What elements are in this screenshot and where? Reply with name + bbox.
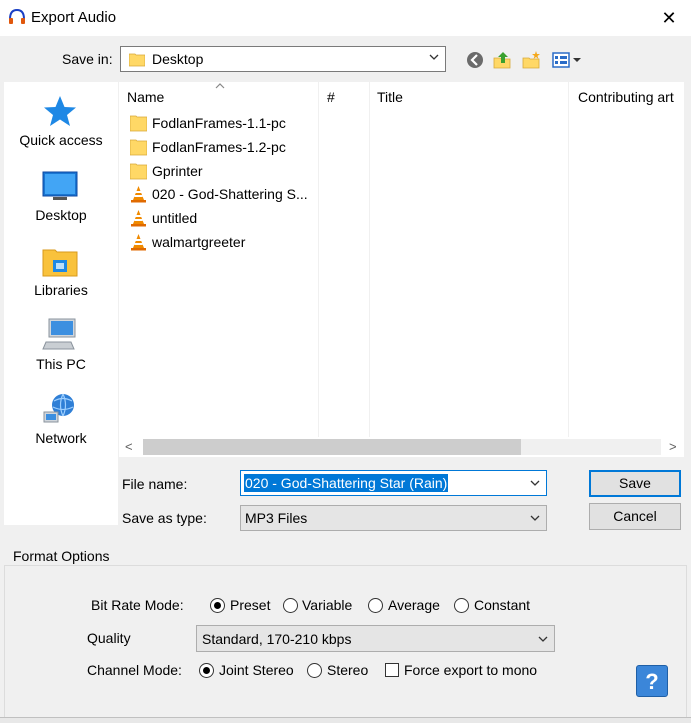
- chevron-down-icon: [538, 636, 548, 642]
- save-button[interactable]: Save: [589, 470, 681, 497]
- place-label: Desktop: [35, 207, 87, 223]
- cancel-button[interactable]: Cancel: [589, 503, 681, 530]
- save-in-value: Desktop: [152, 51, 204, 67]
- scroll-right-icon[interactable]: >: [669, 439, 677, 454]
- window-title: Export Audio: [31, 9, 117, 26]
- radio-average-label[interactable]: Average: [388, 597, 440, 613]
- save-as-type-select[interactable]: MP3 Files: [240, 505, 547, 531]
- radio-variable[interactable]: [283, 598, 298, 613]
- radio-average[interactable]: [368, 598, 383, 613]
- list-item[interactable]: walmartgreeter: [130, 232, 330, 254]
- place-label: Network: [35, 430, 87, 446]
- vlc-cone-icon: [131, 234, 146, 251]
- folder-icon: [130, 163, 147, 180]
- scroll-left-icon[interactable]: <: [125, 439, 133, 454]
- bit-rate-mode-label: Bit Rate Mode:: [91, 597, 184, 613]
- force-mono-label[interactable]: Force export to mono: [404, 662, 537, 678]
- format-options-title: Format Options: [13, 548, 110, 564]
- libraries-icon: [42, 249, 78, 277]
- save-in-combo[interactable]: Desktop: [120, 46, 446, 72]
- chevron-down-icon[interactable]: [530, 478, 540, 488]
- sort-up-icon: [215, 83, 225, 89]
- file-name: FodlanFrames-1.2-pc: [152, 139, 286, 155]
- radio-constant[interactable]: [454, 598, 469, 613]
- list-item[interactable]: FodlanFrames-1.2-pc: [130, 137, 330, 159]
- file-name: walmartgreeter: [152, 234, 246, 250]
- chevron-down-icon: [530, 515, 540, 521]
- column-separator: [568, 82, 569, 437]
- quality-label: Quality: [87, 630, 131, 646]
- radio-joint-stereo[interactable]: [199, 663, 214, 678]
- save-in-label: Save in:: [62, 51, 113, 67]
- place-libraries[interactable]: Libraries: [4, 244, 118, 304]
- chevron-down-icon: [429, 54, 439, 60]
- scroll-thumb[interactable]: [143, 439, 521, 455]
- list-item[interactable]: Gprinter: [130, 161, 330, 183]
- radio-stereo-label[interactable]: Stereo: [327, 662, 368, 678]
- help-button[interactable]: ?: [636, 665, 668, 697]
- place-desktop[interactable]: Desktop: [4, 170, 118, 230]
- new-folder-icon[interactable]: [521, 50, 541, 70]
- file-name: 020 - God-Shattering S...: [152, 186, 308, 202]
- view-menu-icon[interactable]: [551, 50, 583, 70]
- computer-icon: [42, 318, 76, 350]
- file-name-input[interactable]: 020 - God-Shattering Star (Rain): [240, 470, 547, 496]
- file-name: FodlanFrames-1.1-pc: [152, 115, 286, 131]
- save-as-type-value: MP3 Files: [245, 510, 308, 526]
- channel-mode-label: Channel Mode:: [87, 662, 182, 678]
- column-header-name[interactable]: Name: [127, 89, 164, 105]
- column-header-contributing-artist[interactable]: Contributing art: [578, 89, 674, 105]
- radio-preset[interactable]: [210, 598, 225, 613]
- force-mono-checkbox[interactable]: [385, 663, 399, 677]
- radio-constant-label[interactable]: Constant: [474, 597, 530, 613]
- file-name: Gprinter: [152, 163, 203, 179]
- place-label: Libraries: [34, 282, 88, 298]
- vlc-cone-icon: [131, 210, 146, 227]
- quality-select[interactable]: Standard, 170-210 kbps: [196, 625, 555, 652]
- list-item[interactable]: 020 - God-Shattering S...: [130, 184, 330, 206]
- list-item[interactable]: untitled: [130, 208, 330, 230]
- close-icon[interactable]: ✕: [655, 4, 683, 32]
- up-folder-icon[interactable]: [492, 50, 512, 70]
- radio-preset-label[interactable]: Preset: [230, 597, 270, 613]
- window-bottom-edge: [0, 717, 691, 723]
- place-this-pc[interactable]: This PC: [4, 318, 118, 378]
- audacity-headphones-icon: [9, 9, 25, 24]
- folder-icon: [129, 53, 145, 67]
- place-quick-access[interactable]: Quick access: [4, 94, 118, 156]
- place-label: Quick access: [19, 132, 103, 148]
- vlc-cone-icon: [131, 186, 146, 203]
- desktop-icon: [42, 171, 78, 200]
- quality-value: Standard, 170-210 kbps: [202, 631, 352, 647]
- column-separator: [369, 82, 370, 437]
- horizontal-scrollbar[interactable]: < >: [119, 437, 684, 457]
- place-label: This PC: [36, 356, 86, 372]
- places-bar: Quick access Desktop Libraries This PC N…: [4, 82, 118, 525]
- file-name-value: 020 - God-Shattering Star (Rain): [244, 474, 449, 492]
- column-separator: [318, 82, 319, 437]
- back-icon[interactable]: [465, 50, 485, 70]
- file-name: untitled: [152, 210, 198, 226]
- radio-joint-stereo-label[interactable]: Joint Stereo: [219, 662, 294, 678]
- place-network[interactable]: Network: [4, 392, 118, 452]
- file-list[interactable]: Name # Title Contributing art FodlanFram…: [119, 82, 684, 437]
- folder-icon: [130, 139, 147, 156]
- column-header-number[interactable]: #: [327, 89, 335, 105]
- save-as-type-label: Save as type:: [122, 510, 207, 526]
- folder-icon: [130, 115, 147, 132]
- radio-stereo[interactable]: [307, 663, 322, 678]
- radio-variable-label[interactable]: Variable: [302, 597, 352, 613]
- file-name-label: File name:: [122, 476, 188, 492]
- network-icon: [43, 393, 74, 423]
- star-icon: [44, 96, 76, 126]
- list-item[interactable]: FodlanFrames-1.1-pc: [130, 113, 330, 135]
- column-header-title[interactable]: Title: [377, 89, 403, 105]
